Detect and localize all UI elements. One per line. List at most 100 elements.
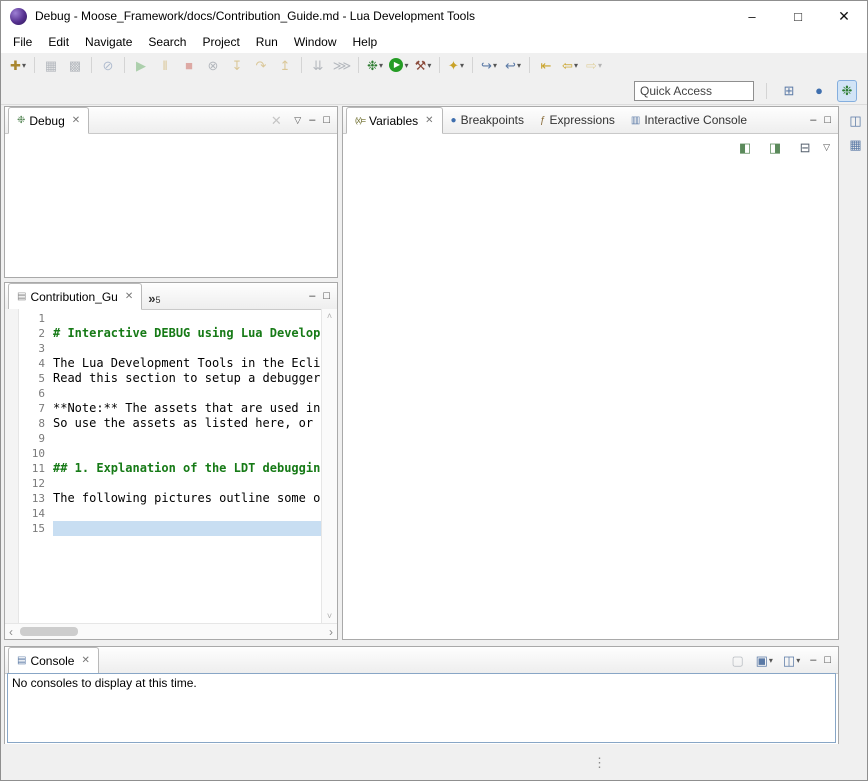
use-step-filters-button[interactable]: ⋙ — [330, 54, 354, 76]
display-selected-console-button[interactable]: ▢ — [728, 651, 748, 669]
debug-minimize-button[interactable]: – — [309, 114, 315, 126]
back-button[interactable]: ⇦▾ — [558, 54, 582, 76]
step-over-button[interactable]: ↷ — [249, 54, 273, 76]
minimized-view-stack-button[interactable]: ▦ — [845, 135, 867, 153]
show-type-names-button[interactable]: ◧ — [733, 136, 757, 158]
collapse-all-button[interactable]: ⊟ — [793, 136, 817, 158]
previous-annotation-button-dropdown[interactable]: ▾ — [517, 61, 521, 70]
step-into-button[interactable]: ↧ — [225, 54, 249, 76]
editor-line-6[interactable]: 6 — [19, 386, 321, 401]
open-console-button[interactable]: ▣▾ — [754, 651, 775, 669]
menu-file[interactable]: File — [5, 32, 40, 52]
variables-maximize-button[interactable]: □ — [824, 114, 831, 126]
variables-minimize-button[interactable]: – — [810, 114, 816, 126]
annotation-ruler[interactable] — [5, 309, 19, 623]
remove-all-terminated-button[interactable]: ✕ — [266, 111, 286, 129]
save-all-button[interactable]: ▩ — [63, 54, 87, 76]
debug-view-content[interactable] — [5, 133, 337, 277]
console-minimize-button[interactable]: – — [810, 654, 816, 666]
disconnect-button[interactable]: ⊗ — [201, 54, 225, 76]
next-annotation-button-dropdown[interactable]: ▾ — [493, 61, 497, 70]
scroll-up-icon[interactable]: ˄ — [327, 311, 332, 321]
minimize-window-button[interactable]: – — [729, 1, 775, 31]
console-maximize-button[interactable]: □ — [824, 654, 831, 666]
restore-minimized-view-button[interactable]: ◫ — [845, 111, 867, 129]
search-button[interactable]: ✦▾ — [444, 54, 468, 76]
search-button-dropdown[interactable]: ▾ — [460, 61, 464, 70]
forward-button-dropdown[interactable]: ▾ — [598, 61, 602, 70]
editor-text-area[interactable]: 12# Interactive DEBUG using Lua Develop3… — [19, 309, 321, 623]
editor-line-15[interactable]: 15 — [19, 521, 321, 536]
editor-line-3[interactable]: 3 — [19, 341, 321, 356]
menu-search[interactable]: Search — [140, 32, 194, 52]
close-tab-icon[interactable]: ✕ — [125, 291, 133, 302]
lua-perspective-button[interactable]: ● — [807, 80, 831, 102]
editor-line-9[interactable]: 9 — [19, 431, 321, 446]
run-button[interactable]: ▶▾ — [387, 54, 411, 76]
console-content[interactable]: No consoles to display at this time. — [7, 673, 836, 743]
menu-edit[interactable]: Edit — [40, 32, 77, 52]
tab-console[interactable]: ▤ Console ✕ — [8, 647, 99, 674]
editor-line-12[interactable]: 12 — [19, 476, 321, 491]
editor-line-5[interactable]: 5Read this section to setup a debugger — [19, 371, 321, 386]
tab-contribution-guide[interactable]: ▤ Contribution_Gu ✕ — [8, 283, 142, 310]
editor-horizontal-scrollbar[interactable]: ‹ › — [5, 623, 337, 639]
editor-maximize-button[interactable]: □ — [323, 290, 330, 302]
editor-line-1[interactable]: 1 — [19, 311, 321, 326]
previous-annotation-button[interactable]: ↩▾ — [501, 54, 525, 76]
editor-line-2[interactable]: 2# Interactive DEBUG using Lua Develop — [19, 326, 321, 341]
editor-line-4[interactable]: 4The Lua Development Tools in the Ecli — [19, 356, 321, 371]
debug-perspective-button[interactable]: ❉ — [837, 80, 857, 102]
resume-button[interactable]: ▶ — [129, 54, 153, 76]
suspend-button[interactable]: ‖ — [153, 54, 177, 76]
scroll-down-icon[interactable]: ˅ — [327, 611, 332, 621]
run-button-dropdown[interactable]: ▾ — [404, 61, 408, 70]
skip-all-breakpoints-button[interactable]: ⊘ — [96, 54, 120, 76]
menu-help[interactable]: Help — [345, 32, 386, 52]
menu-window[interactable]: Window — [286, 32, 345, 52]
menu-navigate[interactable]: Navigate — [77, 32, 140, 52]
debug-view-menu-button[interactable]: ▽ — [294, 115, 301, 126]
forward-button[interactable]: ⇨▾ — [582, 54, 606, 76]
new-wizard-button-dropdown[interactable]: ▾ — [22, 61, 26, 70]
save-button[interactable]: ▦ — [39, 54, 63, 76]
debug-button[interactable]: ❉▾ — [363, 54, 387, 76]
variables-view-menu-button[interactable]: ▽ — [823, 142, 830, 153]
scroll-right-icon[interactable]: › — [329, 625, 333, 639]
close-tab-icon[interactable]: ✕ — [81, 655, 89, 666]
tab-breakpoints[interactable]: ● Breakpoints — [443, 107, 532, 133]
tab-variables[interactable]: (x)= Variables ✕ — [346, 107, 443, 134]
tab-debug[interactable]: ❉ Debug ✕ — [8, 107, 89, 134]
tab-interactive-console[interactable]: ▥ Interactive Console — [623, 107, 755, 133]
splitter-handle[interactable]: ⋮ — [593, 755, 606, 771]
external-tools-button[interactable]: ⚒▾ — [411, 54, 435, 76]
step-return-button[interactable]: ↥ — [273, 54, 297, 76]
maximize-window-button[interactable]: □ — [775, 1, 821, 31]
editor-line-11[interactable]: 11## 1. Explanation of the LDT debuggin — [19, 461, 321, 476]
open-console-button-dropdown[interactable]: ▾ — [769, 656, 773, 665]
editor-line-10[interactable]: 10 — [19, 446, 321, 461]
open-perspective-button[interactable]: ⊞ — [777, 80, 801, 102]
next-annotation-button[interactable]: ↪▾ — [477, 54, 501, 76]
new-console-view-button[interactable]: ◫▾ — [781, 651, 802, 669]
show-logical-structures-button[interactable]: ◨ — [763, 136, 787, 158]
terminate-button[interactable]: ■ — [177, 54, 201, 76]
debug-button-dropdown[interactable]: ▾ — [379, 61, 383, 70]
drop-to-frame-button[interactable]: ⇊ — [306, 54, 330, 76]
editor-line-8[interactable]: 8So use the assets as listed here, or — [19, 416, 321, 431]
editor-vertical-scrollbar[interactable]: ˄ ˅ — [321, 309, 337, 623]
scroll-left-icon[interactable]: ‹ — [9, 625, 13, 639]
last-edit-location-button[interactable]: ⇤ — [534, 54, 558, 76]
close-window-button[interactable]: ✕ — [821, 1, 867, 31]
close-tab-icon[interactable]: ✕ — [72, 115, 80, 126]
variables-view-content[interactable] — [343, 159, 838, 639]
back-button-dropdown[interactable]: ▾ — [574, 61, 578, 70]
editor-line-13[interactable]: 13The following pictures outline some o — [19, 491, 321, 506]
external-tools-button-dropdown[interactable]: ▾ — [427, 61, 431, 70]
close-tab-icon[interactable]: ✕ — [425, 115, 433, 126]
editor-minimize-button[interactable]: – — [309, 290, 315, 302]
debug-maximize-button[interactable]: □ — [323, 114, 330, 126]
scrollbar-thumb[interactable] — [20, 627, 78, 636]
quick-access-input[interactable] — [634, 81, 754, 101]
hidden-editors-chevron[interactable]: » 5 — [142, 283, 166, 309]
